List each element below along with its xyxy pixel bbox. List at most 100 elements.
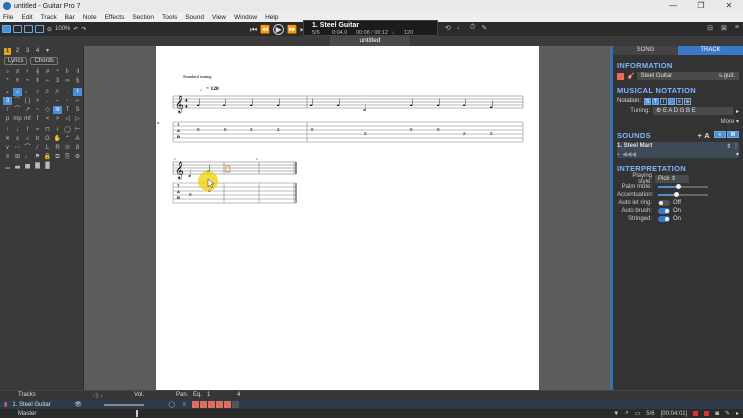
repeat-close-icon[interactable]: 𝄇 (73, 68, 82, 76)
zoom-level[interactable]: 100% (55, 26, 70, 32)
free-time-icon[interactable]: ∞ (63, 77, 72, 85)
voice-tab-3[interactable]: 3 (24, 48, 31, 55)
coda-icon[interactable]: 𝄌 (3, 77, 12, 85)
document-tab[interactable]: untitled (330, 36, 410, 46)
track-row[interactable]: ▮ 1. Steel Guitar 👁 ◯ ≡ (0, 400, 743, 409)
voice-tab-4[interactable]: 4 (34, 48, 41, 55)
track-name[interactable]: Steel Guitar (640, 72, 672, 80)
dynamics-ppp-icon[interactable]: p (3, 115, 12, 123)
time-icon[interactable]: ⁴ (53, 68, 62, 76)
arpeggio-icon[interactable]: ⌇ (23, 126, 32, 134)
quarter-note-icon[interactable]: ♩ (23, 88, 32, 96)
brush-up-icon[interactable]: ↑ (3, 126, 12, 134)
menu-sound[interactable]: Sound (185, 14, 204, 21)
tab-number[interactable]: 2 (463, 131, 466, 136)
page-view-icon[interactable] (2, 25, 11, 33)
slash-notation-icon[interactable]: / (660, 97, 668, 105)
pencil-icon[interactable]: ✎ (725, 410, 730, 417)
go-to-start-icon[interactable]: ⏮ (250, 25, 257, 35)
redo-icon[interactable]: ↷ (81, 26, 86, 33)
menu-effects[interactable]: Effects (105, 14, 125, 21)
master-volume-slider[interactable] (136, 410, 139, 417)
equalizer-2-icon[interactable]: ▃ (13, 162, 22, 170)
track-volume-slider[interactable] (104, 403, 145, 406)
note[interactable]: ♩ (196, 98, 201, 109)
chord-notation-icon[interactable]: ≡ (676, 97, 684, 105)
playing-style-select[interactable]: Pick ⇕ (655, 175, 689, 183)
note[interactable]: ♩ (276, 98, 281, 109)
dynamics-mf-icon[interactable]: mf (23, 115, 32, 123)
sound-eq-icon[interactable]: ◐ ◀◀◀ (617, 151, 636, 158)
lyrics-button[interactable]: Lyrics (4, 57, 28, 65)
glissando-icon[interactable]: ⁄ (33, 144, 42, 152)
half-note-icon[interactable]: 𝅗𝅥 (13, 88, 22, 96)
midi-icon[interactable]: M (727, 131, 739, 138)
golpe-icon[interactable]: G (43, 135, 52, 143)
score-canvas[interactable]: Standard tuning ♩ = 120 𝄞 4 4 s. ♩ ♩ ♩ ♩… (84, 46, 610, 390)
zoom-search-icon[interactable]: ⌕ (625, 410, 628, 417)
tab-song[interactable]: SONG (613, 46, 678, 55)
track-name[interactable]: 1. Steel Guitar (12, 402, 74, 408)
close-button[interactable]: ✕ (715, 0, 743, 12)
lock-icon[interactable]: 🔒 (43, 153, 52, 161)
flat-icon[interactable]: ♭ (3, 68, 12, 76)
note[interactable]: ♩ (489, 100, 494, 111)
tab-number[interactable]: 0 (437, 127, 440, 132)
slur-icon[interactable]: ⌒ (23, 144, 32, 152)
tab-number[interactable]: 2 (250, 127, 253, 132)
tuning-field[interactable]: ⚙ E A D G B E (653, 107, 733, 115)
menu-help[interactable]: Help (265, 14, 278, 21)
rasgueado-icon[interactable]: ≈ (33, 126, 42, 134)
inspector-icon[interactable]: ≡ (735, 24, 739, 32)
sound-item-name[interactable]: 1. Steel Mart (617, 143, 652, 149)
tapping-icon[interactable]: T (63, 106, 72, 114)
filter-icon[interactable]: ▼ (613, 411, 619, 417)
note[interactable]: ♩ (222, 98, 227, 109)
tremolo-icon[interactable]: ≋ (53, 106, 62, 114)
ghost-note-icon[interactable]: ( ) (23, 97, 32, 105)
minimize-button[interactable]: — (659, 0, 687, 12)
chord-diagram-icon[interactable]: ⊞ (13, 153, 22, 161)
zoom-icon[interactable]: ⊖ (47, 26, 52, 33)
hammer-icon[interactable]: ⌒ (13, 106, 22, 114)
equalizer-4-icon[interactable]: ▇ (33, 162, 42, 170)
menu-edit[interactable]: Edit (21, 14, 32, 21)
barre-icon[interactable]: ⊢ (73, 126, 82, 134)
undo-icon[interactable]: ↶ (73, 26, 78, 33)
visibility-eye-icon[interactable]: 👁 (74, 401, 84, 408)
play-button[interactable]: ▶ (273, 24, 285, 35)
menu-view[interactable]: View (212, 14, 226, 21)
stringed-toggle[interactable] (658, 216, 670, 222)
note[interactable]: 𝅗𝅥 (188, 169, 192, 180)
copy-icon[interactable]: ⧉ (53, 153, 62, 161)
vibrato-icon[interactable]: ~ (33, 106, 42, 114)
dynamics-f-icon[interactable]: f (33, 115, 42, 123)
accentuation-knob[interactable] (674, 192, 679, 197)
track-name-field[interactable]: Steel Guitar s.guit. (637, 72, 739, 80)
eighth-note-icon[interactable]: ♪ (33, 88, 42, 96)
natural-icon[interactable]: ♮ (23, 68, 32, 76)
accentuation-slider[interactable] (658, 192, 708, 197)
trill-icon[interactable]: tr (33, 135, 42, 143)
bend-icon[interactable]: ↗ (23, 106, 32, 114)
sixteenth-note-icon[interactable]: ♬ (43, 88, 52, 96)
menu-window[interactable]: Window (234, 14, 257, 21)
score-page[interactable]: Standard tuning ♩ = 120 𝄞 4 4 s. ♩ ♩ ♩ ♩… (156, 46, 539, 390)
loop-icon[interactable]: ⟲ (445, 24, 451, 32)
settings-icon[interactable]: ⚙ (73, 153, 82, 161)
segno-icon[interactable]: 𝄋 (13, 77, 22, 85)
tab-number[interactable]: 0 (189, 192, 192, 197)
tab-number[interactable]: 0 (197, 127, 200, 132)
chords-button[interactable]: Chords (30, 57, 58, 65)
horizontal-view-icon[interactable] (13, 25, 22, 33)
tracks-label[interactable]: Tracks (18, 392, 36, 398)
camera-icon[interactable]: ◙ (715, 411, 719, 417)
record-icon[interactable] (693, 411, 699, 416)
note[interactable]: ♩ (409, 98, 414, 109)
bar-cell[interactable] (208, 401, 216, 408)
text-icon[interactable]: A (73, 135, 82, 143)
equalizer-icon[interactable]: ▁ (3, 162, 12, 170)
rest-icon[interactable]: 𝄽 (73, 88, 82, 96)
auto-let-ring-toggle[interactable] (658, 200, 670, 206)
previous-bar-icon[interactable]: ⏪ (260, 25, 270, 34)
